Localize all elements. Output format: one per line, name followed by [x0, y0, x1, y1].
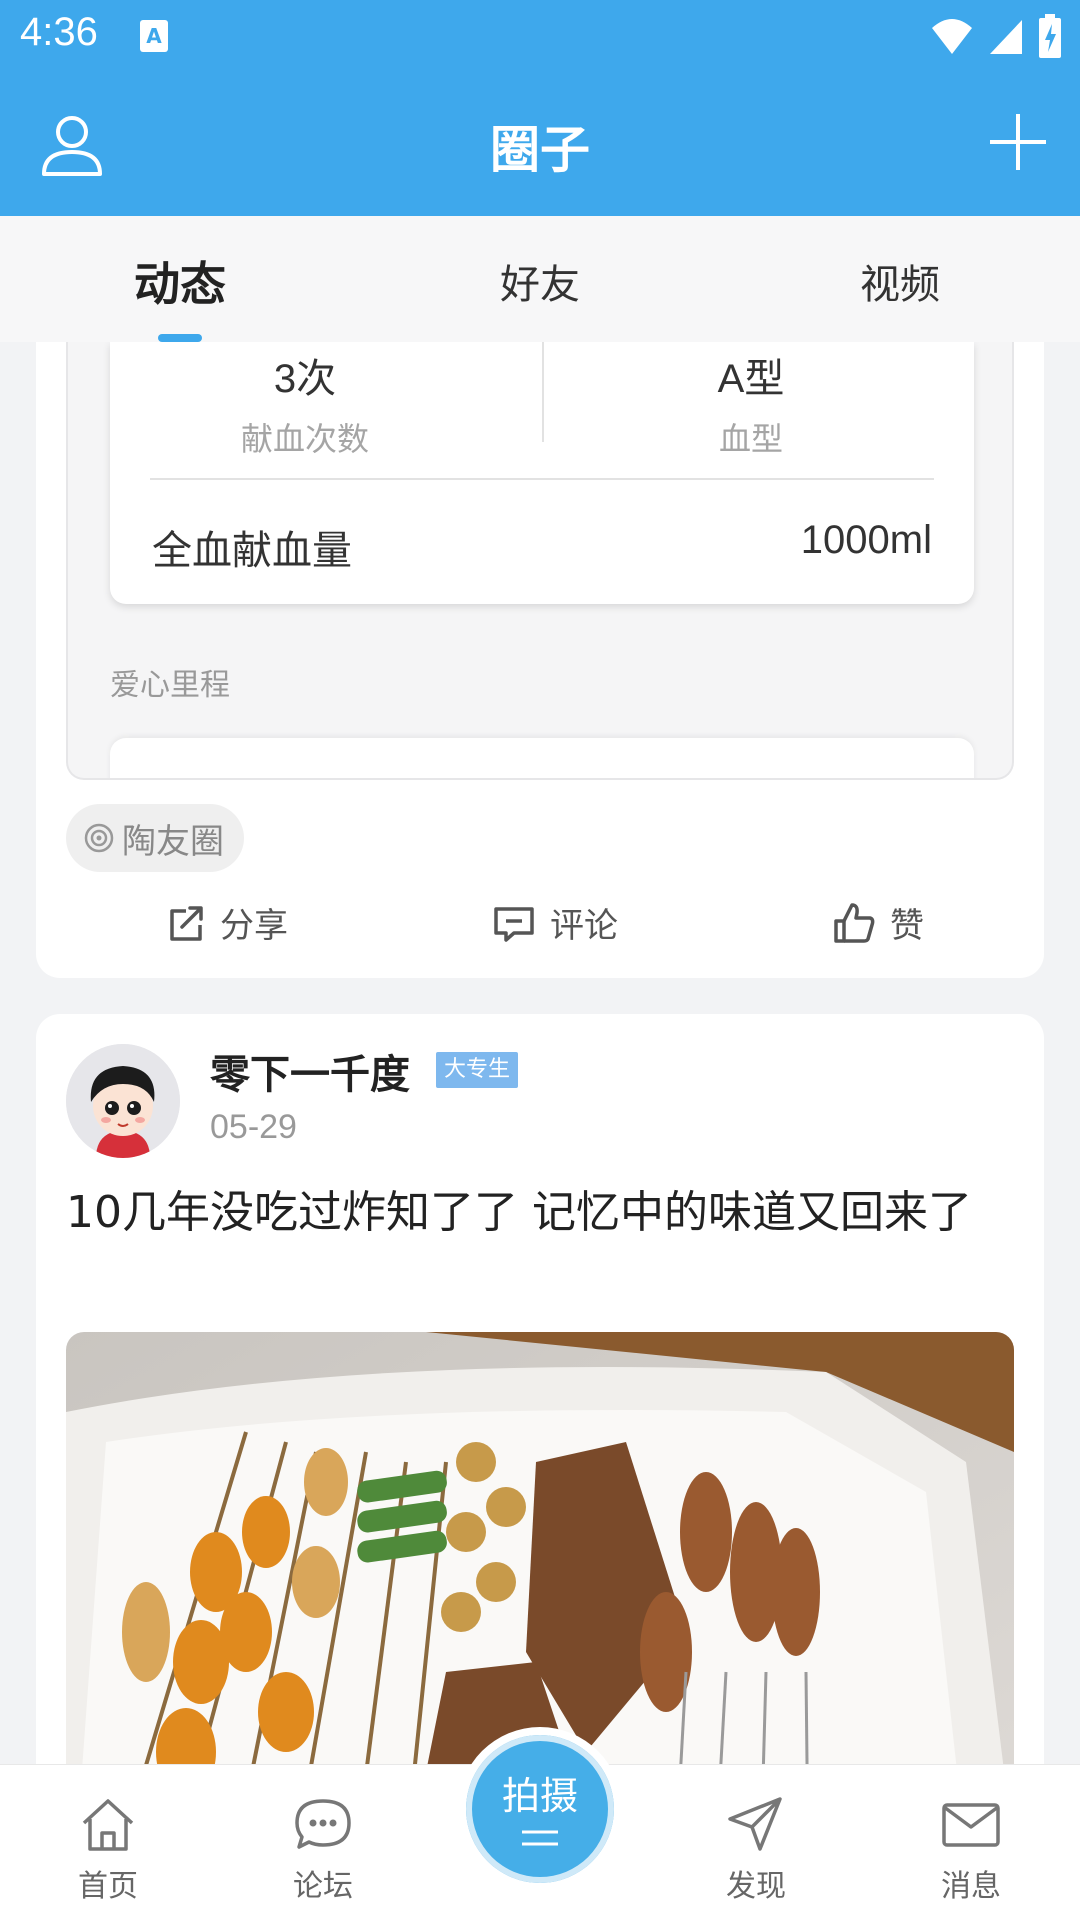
target-icon — [84, 823, 114, 853]
post-card[interactable]: 3次 献血次数 A型 血型 全血献血量 1000ml 爱心里程 陶友圈 分享 评… — [36, 342, 1044, 978]
username[interactable]: 零下一千度 — [210, 1042, 410, 1100]
nav-home[interactable]: 首页 — [43, 1795, 173, 1905]
nav-forum[interactable]: 论坛 — [258, 1795, 388, 1905]
stat-value: 3次 — [273, 357, 337, 401]
stat-blood-type: A型 血型 — [556, 342, 946, 460]
post-card[interactable]: 零下一千度 大专生 05-29 10几年没吃过炸知了了 记忆中的味道又回来了 — [36, 1014, 1044, 1764]
post-image[interactable] — [66, 1332, 1014, 1764]
thumbs-up-icon — [834, 902, 875, 943]
tab-indicator — [158, 334, 202, 342]
post-actions: 分享 评论 赞 — [36, 890, 1044, 970]
nav-forum-label: 论坛 — [293, 1869, 353, 1904]
stat-label: 献血次数 — [240, 420, 369, 458]
blood-volume-label: 全血献血量 — [152, 528, 352, 574]
divider — [150, 478, 934, 480]
chat-bubble-icon — [295, 1799, 351, 1849]
journey-card — [110, 738, 974, 778]
post-date: 05-29 — [210, 1108, 297, 1146]
avatar[interactable] — [66, 1044, 180, 1158]
shoot-button-inner: 拍摄 — [466, 1735, 614, 1883]
comment-label: 评论 — [550, 906, 618, 946]
circle-tag[interactable]: 陶友圈 — [66, 804, 244, 872]
tab-bar: 动态 好友 视频 — [0, 216, 1080, 342]
divider — [542, 342, 544, 442]
nav-messages[interactable]: 消息 — [906, 1795, 1036, 1905]
avatar-cartoon-image — [66, 1044, 180, 1158]
shoot-label: 拍摄 — [501, 1774, 578, 1818]
share-button[interactable]: 分享 — [166, 898, 288, 947]
signal-icon — [990, 20, 1022, 54]
battery-icon — [1039, 14, 1061, 58]
nav-discover-label: 发现 — [726, 1869, 786, 1904]
page-title: 圈子 — [490, 121, 590, 179]
bottom-nav: 首页 论坛 拍摄 发现 消息 — [0, 1727, 1080, 1920]
nav-home-label: 首页 — [78, 1869, 138, 1904]
app-bar: 圈子 — [0, 72, 1080, 216]
donation-stats-card: 3次 献血次数 A型 血型 全血献血量 1000ml — [110, 342, 974, 604]
circle-tag-label: 陶友圈 — [122, 821, 224, 862]
paper-plane-icon — [728, 1797, 782, 1851]
like-button[interactable]: 赞 — [832, 898, 924, 947]
tab-feed[interactable]: 动态 — [134, 248, 226, 314]
blood-volume-row: 全血献血量 1000ml — [152, 518, 932, 576]
fried-skewers-photo — [66, 1332, 1014, 1764]
nav-messages-label: 消息 — [941, 1869, 1001, 1904]
home-icon — [82, 1799, 134, 1851]
status-icons — [930, 14, 1062, 58]
mail-icon — [942, 1803, 1000, 1847]
share-icon — [170, 905, 203, 941]
like-label: 赞 — [890, 906, 924, 946]
journey-label: 爱心里程 — [110, 668, 230, 703]
status-bar: 4:36 A — [0, 0, 1080, 72]
shared-screenshot[interactable]: 3次 献血次数 A型 血型 全血献血量 1000ml 爱心里程 — [66, 342, 1014, 780]
comment-icon — [494, 906, 534, 942]
post-text[interactable]: 10几年没吃过炸知了了 记忆中的味道又回来了 — [66, 1182, 1016, 1244]
wifi-icon — [932, 19, 972, 54]
menu-icon — [522, 1830, 558, 1846]
add-icon[interactable] — [986, 110, 1050, 174]
blood-volume-value: 1000ml — [800, 518, 932, 562]
notification-icon: A — [140, 20, 168, 52]
nav-discover[interactable]: 发现 — [691, 1795, 821, 1905]
tab-friends[interactable]: 好友 — [500, 252, 580, 310]
status-time: 4:36 — [20, 10, 98, 54]
tab-video[interactable]: 视频 — [860, 252, 940, 310]
comment-button[interactable]: 评论 — [492, 898, 618, 947]
stat-value: A型 — [717, 357, 785, 401]
share-label: 分享 — [220, 906, 288, 946]
shoot-button[interactable]: 拍摄 — [458, 1727, 622, 1891]
feed[interactable]: 3次 献血次数 A型 血型 全血献血量 1000ml 爱心里程 陶友圈 分享 评… — [0, 342, 1080, 1764]
education-badge: 大专生 — [436, 1052, 519, 1088]
stat-label: 血型 — [718, 420, 783, 458]
stat-donation-count: 3次 献血次数 — [110, 342, 500, 460]
